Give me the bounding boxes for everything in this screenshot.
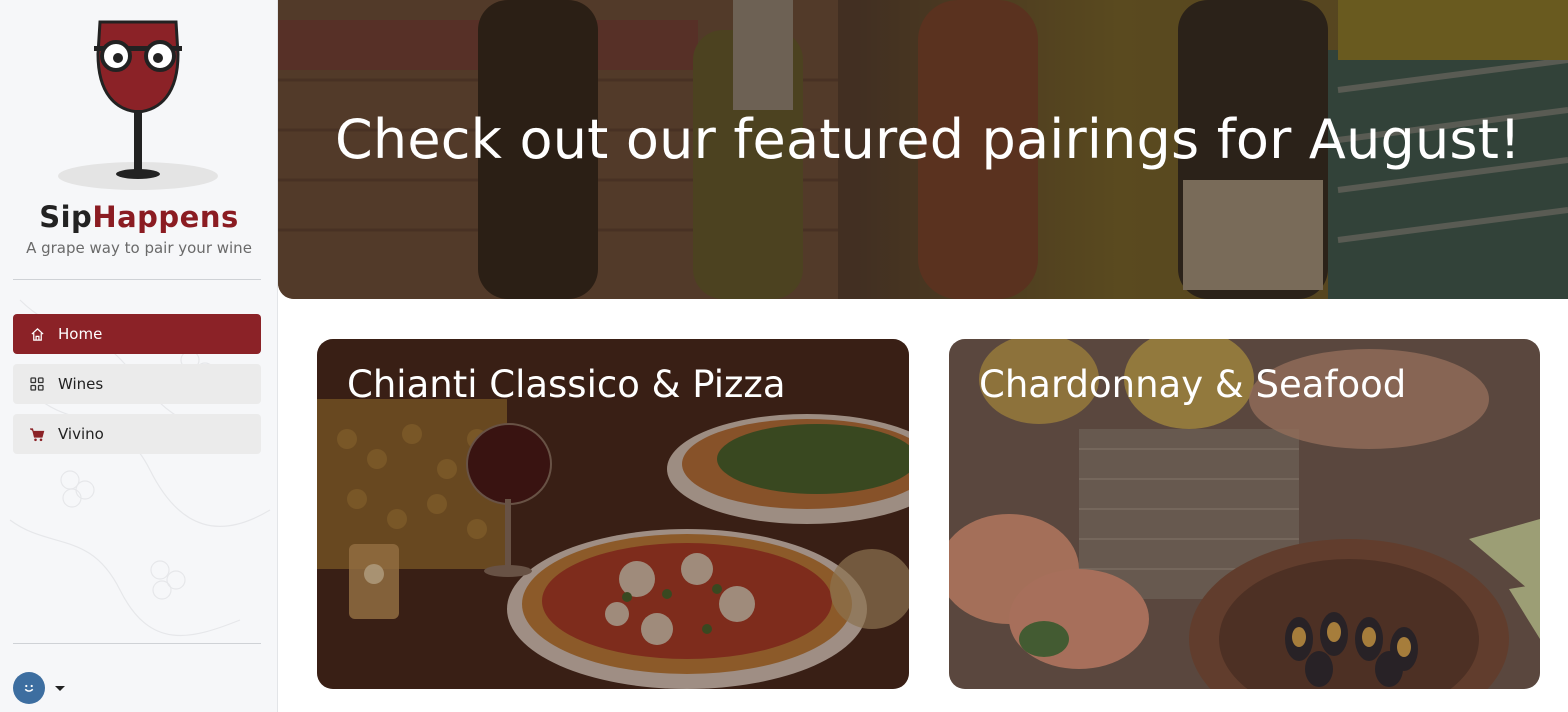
hero-banner: Check out our featured pairings for Augu… [278,0,1568,299]
sidebar-item-vivino[interactable]: Vivino [13,414,261,454]
pairing-card-chardonnay-seafood[interactable]: Chardonnay & Seafood [949,339,1540,689]
sidebar: SipHappens A grape way to pair your wine… [0,0,278,712]
home-icon [29,326,45,342]
sidebar-item-label: Home [58,325,103,343]
brand-name-part2: Happens [92,200,239,234]
user-avatar[interactable] [13,672,45,704]
grid-icon [29,376,45,392]
app-root: SipHappens A grape way to pair your wine… [0,0,1568,712]
brand-name-part1: Sip [39,200,93,234]
sidebar-divider-bottom [13,643,261,644]
sidebar-divider-top [13,279,261,280]
brand-name: SipHappens [0,200,277,234]
sidebar-item-wines[interactable]: Wines [13,364,261,404]
sidebar-item-home[interactable]: Home [13,314,261,354]
cart-icon [29,426,45,442]
caret-down-icon[interactable] [55,685,65,691]
brand-tagline: A grape way to pair your wine [26,239,252,257]
sidebar-item-label: Vivino [58,425,104,443]
smiley-icon [24,684,34,692]
card-title: Chianti Classico & Pizza [347,363,786,406]
brand-logo[interactable]: SipHappens A grape way to pair your wine [0,0,277,270]
user-menu[interactable] [13,672,65,704]
sidebar-nav: Home Wines Vivino [13,314,261,464]
wine-glass-logo [58,20,218,190]
hero-title: Check out our featured pairings for Augu… [335,108,1521,171]
card-title: Chardonnay & Seafood [979,363,1407,406]
pairing-card-chianti-pizza[interactable]: Chianti Classico & Pizza [317,339,909,689]
sidebar-item-label: Wines [58,375,104,393]
